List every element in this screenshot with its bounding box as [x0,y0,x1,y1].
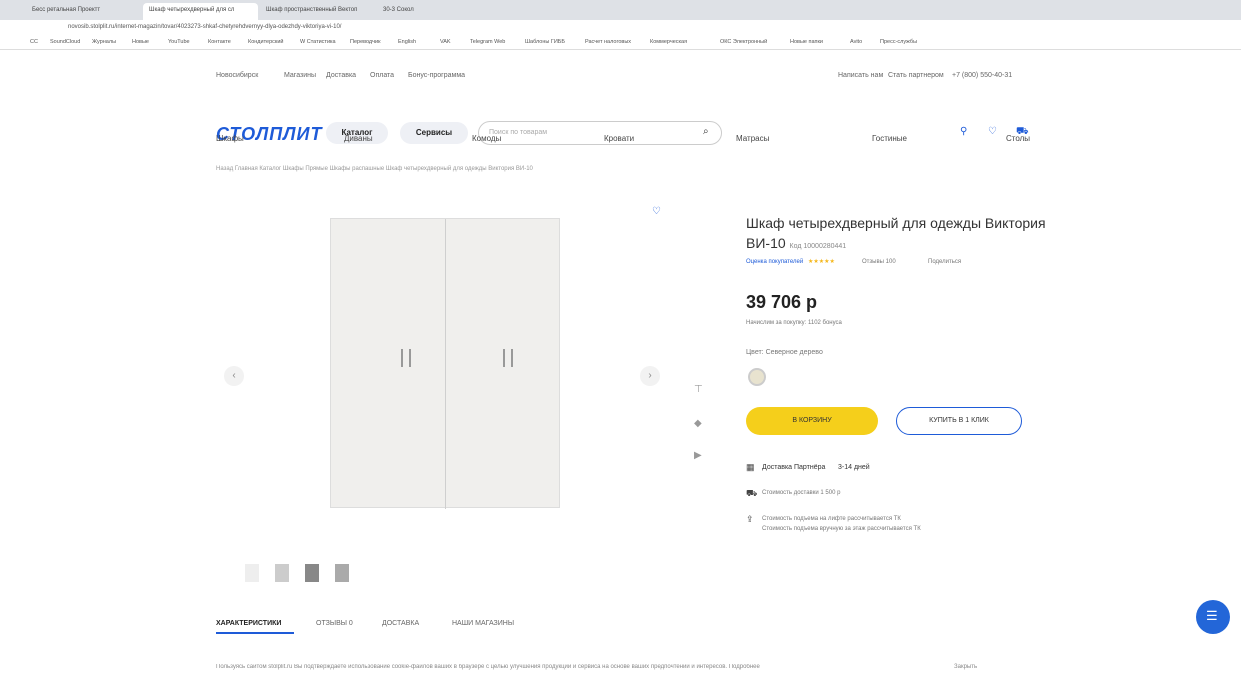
door-divider [445,219,446,509]
ar-icon[interactable]: ◆ [694,418,702,429]
color-swatch[interactable] [748,368,766,386]
delivery-days: 3-14 дней [838,464,870,471]
browser-tab-active[interactable]: Шкаф четырехдверный для сл [143,3,258,20]
active-tab-indicator [216,632,294,634]
url-text[interactable]: novosib.stolplit.ru/internet-magazin/tov… [68,24,341,30]
thumbnail[interactable] [305,564,319,582]
rating-label[interactable]: Оценка покупателей [746,259,803,265]
product-price: 39 706 р [746,292,818,312]
address-bar[interactable]: novosib.stolplit.ru/internet-magazin/tov… [0,20,1241,36]
video-icon[interactable]: ▶ [694,450,702,461]
services-button[interactable]: Сервисы [400,122,468,144]
bookmark[interactable]: W Статистика [300,39,336,45]
truck-icon: ⛟ [746,488,758,498]
bookmark[interactable]: SoundCloud [50,39,80,45]
chat-icon: ☰ [1206,608,1218,623]
thumbnail[interactable] [245,564,259,582]
bookmark[interactable]: YouTube [168,39,190,45]
delivery-info: Доставка Партнёра [762,464,826,471]
tab-characteristics[interactable]: ХАРАКТЕРИСТИКИ [216,620,281,627]
phone-link[interactable]: +7 (800) 550-40-31 [952,72,1012,79]
thumbnail[interactable] [275,564,289,582]
rating-stars: ★★★★★ [808,259,835,265]
bookmark[interactable]: СС [30,39,38,45]
chat-button[interactable]: ☰ [1196,600,1230,634]
bookmark[interactable]: Новые [132,39,149,45]
top-link[interactable]: Магазины [284,72,316,79]
door-handle [401,349,403,367]
breadcrumb[interactable]: Назад Главная Каталог Шкафы Прямые Шкафы… [216,166,533,172]
nav-item[interactable]: Матрасы [736,134,769,143]
lift-icon: ⇪ [746,514,754,524]
thumbnail[interactable] [335,564,349,582]
bookmark[interactable]: Расчет налоговых [585,39,631,45]
color-label: Цвет: Северное дерево [746,349,823,356]
bookmark[interactable]: Avito [850,39,862,45]
browser-tab[interactable]: Бесс ретальная Проектт [26,3,141,20]
bookmarks-bar: СС SoundCloud Журналы Новые YouTube Конт… [0,36,1241,50]
bookmark[interactable]: Кондитерский [248,39,283,45]
bookmark[interactable]: Переводчик [350,39,380,45]
browser-tab[interactable]: 30-3 Сокол [377,3,487,20]
delivery-icon: ▦ [746,462,755,472]
door-handle [511,349,513,367]
top-link[interactable]: Стать партнером [888,72,944,79]
nav-item[interactable]: Диваны [344,134,373,143]
nav-item[interactable]: Столы [1006,134,1030,143]
nav-item[interactable]: Гостиные [872,134,907,143]
bookmark[interactable]: English [398,39,416,45]
cookie-text: Пользуясь сайтом stolplit.ru Вы подтверж… [216,664,760,670]
bookmark[interactable]: Журналы [92,39,116,45]
search-icon[interactable]: ⌕ [703,126,709,137]
bookmark[interactable]: Новые папки [790,39,823,45]
browser-tab[interactable]: Шкаф пространственный Вектоп [260,3,375,20]
user-icon[interactable]: ⚲ [960,126,967,137]
top-link[interactable]: Написать нам [838,72,883,79]
search-input[interactable]: Поиск по товарам [478,121,722,145]
tab-reviews[interactable]: ОТЗЫВЫ 0 [316,620,353,627]
tab-delivery[interactable]: ДОСТАВКА [382,620,419,627]
top-link[interactable]: Доставка [326,72,356,79]
bookmark[interactable]: ОКС Электронный [720,39,767,45]
top-link[interactable]: Оплата [370,72,394,79]
product-title: Шкаф четырехдверный для одежды Виктория … [746,213,1046,257]
product-code: Код 10000280441 [789,243,847,250]
cookie-close-button[interactable]: Закрыть [954,664,977,670]
next-image-arrow[interactable]: › [640,366,660,386]
buy-one-click-button[interactable]: КУПИТЬ В 1 КЛИК [896,407,1022,435]
add-to-cart-button[interactable]: В КОРЗИНУ [746,407,878,435]
measure-icon[interactable]: ⊤ [694,384,703,395]
city-selector[interactable]: Новосибирск [216,72,258,79]
bookmark[interactable]: Telegram Web [470,39,505,45]
favorite-icon[interactable]: ♡ [652,206,661,217]
bookmark[interactable]: Коммерческая [650,39,687,45]
nav-item[interactable]: Шкафы [216,134,244,143]
share-link[interactable]: Поделиться [928,259,961,265]
tab-stores[interactable]: НАШИ МАГАЗИНЫ [452,620,514,627]
lift-info: Стоимость подъема на лифте рассчитываетс… [762,516,901,522]
reviews-count[interactable]: Отзывы 100 [862,259,896,265]
bonus-info: Начислим за покупку: 1102 бонуса [746,320,842,326]
prev-image-arrow[interactable]: ‹ [224,366,244,386]
door-handle [409,349,411,367]
bookmark[interactable]: Пресс-службы [880,39,917,45]
lift-info: Стоимость подъема вручную за этаж рассчи… [762,526,921,532]
heart-icon[interactable]: ♡ [988,126,997,137]
bookmark[interactable]: Контакте [208,39,231,45]
product-image[interactable] [330,218,560,509]
assembly-info: Стоимость доставки 1 500 р [762,490,841,496]
bookmark[interactable]: VAK [440,39,451,45]
bookmark[interactable]: Шаблоны ГИББ [525,39,565,45]
browser-tabbar: Бесс ретальная Проектт Шкаф четырехдверн… [0,0,1241,20]
door-handle [503,349,505,367]
top-link[interactable]: Бонус-программа [408,72,465,79]
nav-item[interactable]: Комоды [472,134,501,143]
nav-item[interactable]: Кровати [604,134,634,143]
